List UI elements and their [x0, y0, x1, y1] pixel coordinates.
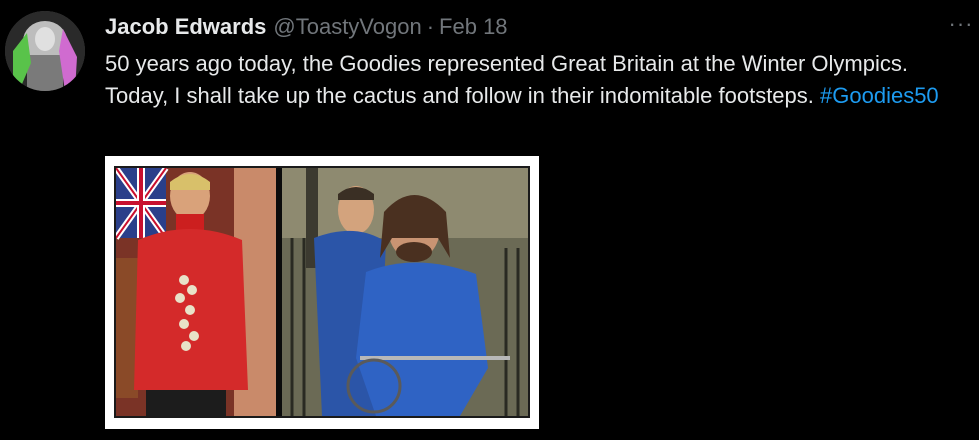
profile-photo-icon	[5, 11, 85, 91]
tweet-body: 50 years ago today, the Goodies represen…	[105, 51, 908, 108]
tweet-media[interactable]	[105, 156, 539, 429]
tweet[interactable]: Jacob Edwards @ToastyVogon · Feb 18 ··· …	[0, 0, 979, 440]
user-handle[interactable]: @ToastyVogon	[273, 14, 421, 40]
photo-collage-icon	[114, 166, 530, 418]
display-name[interactable]: Jacob Edwards	[105, 14, 266, 40]
tweet-header: Jacob Edwards @ToastyVogon · Feb 18	[105, 12, 508, 42]
hashtag-link[interactable]: #Goodies50	[820, 83, 939, 108]
tweet-date[interactable]: Feb 18	[439, 14, 508, 40]
tweet-text: 50 years ago today, the Goodies represen…	[105, 48, 965, 112]
more-options-icon[interactable]: ···	[947, 11, 975, 40]
avatar[interactable]	[5, 11, 85, 91]
separator-dot: ·	[426, 14, 435, 39]
more-options-label: ···	[948, 11, 974, 36]
